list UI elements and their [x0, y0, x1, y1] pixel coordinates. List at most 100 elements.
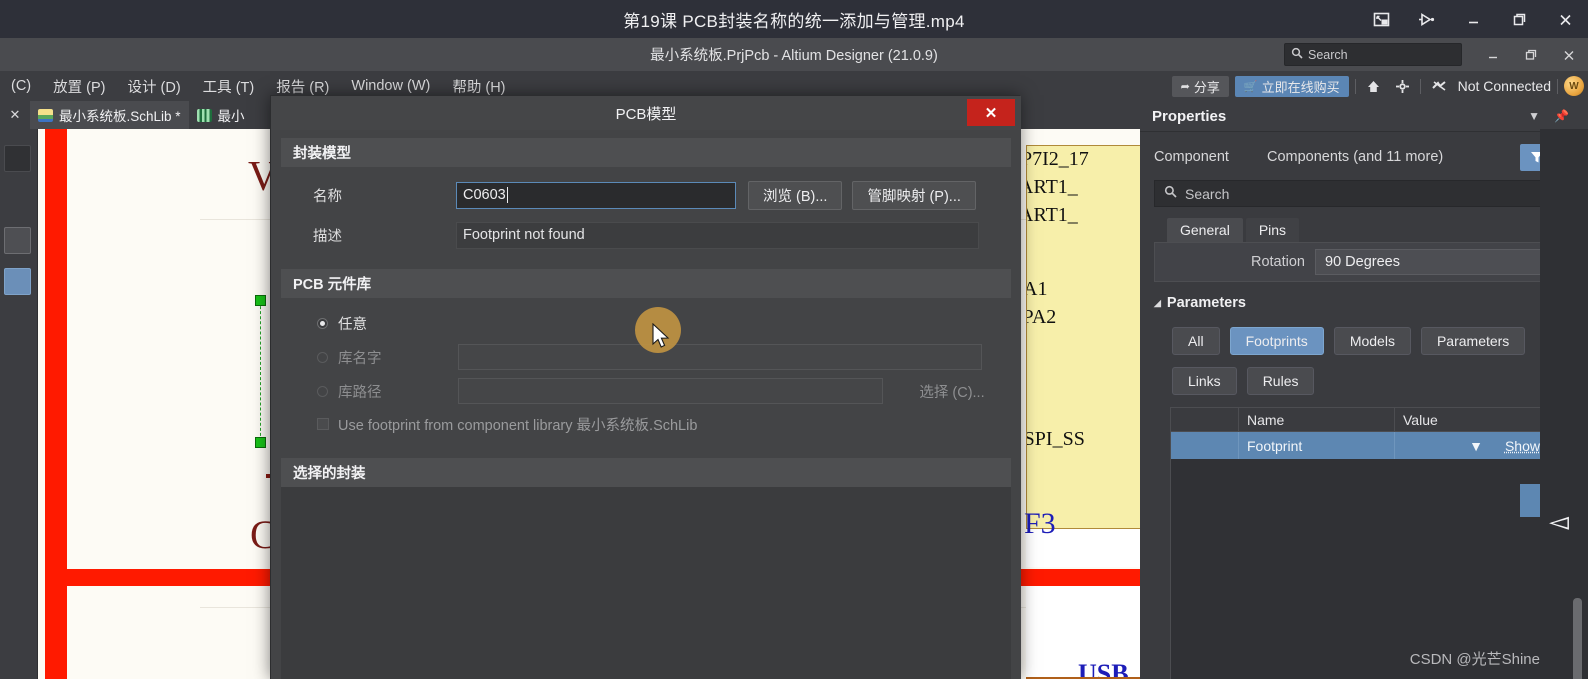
- app-titlebar: 最小系统板.PrjPcb - Altium Designer (21.0.9) …: [0, 38, 1588, 71]
- chip-footprints[interactable]: Footprints: [1229, 327, 1324, 355]
- radio-any-label: 任意: [338, 316, 367, 333]
- gear-icon[interactable]: [1391, 79, 1414, 94]
- library-path-input[interactable]: [458, 378, 883, 404]
- close-icon[interactable]: [1542, 0, 1588, 38]
- menu-item-help[interactable]: 帮助 (H): [441, 76, 516, 97]
- chip-rules[interactable]: Rules: [1246, 367, 1315, 395]
- chevron-down-icon[interactable]: ▼: [1521, 109, 1547, 123]
- home-icon[interactable]: [1362, 79, 1385, 94]
- library-name-input[interactable]: [458, 344, 982, 370]
- schematic-component-block[interactable]: P7I2_17 ART1_ ART1_ A1 /PA2 [SPI_SS: [1026, 145, 1140, 529]
- value-chevron-down-icon[interactable]: ▼: [1469, 438, 1483, 454]
- component-pin-1: ART1_: [1027, 176, 1078, 198]
- toolbar-divider-3: [1557, 78, 1558, 94]
- properties-tabs: General Pins: [1166, 217, 1301, 242]
- properties-panel: Properties ▼ 📌 Component Components (and…: [1140, 101, 1588, 679]
- app-restore-icon[interactable]: [1512, 38, 1550, 71]
- radio-library-name-label: 库名字: [338, 350, 382, 367]
- app-close-icon[interactable]: [1550, 38, 1588, 71]
- radio-library-path-label: 库路径: [338, 384, 382, 401]
- left-tool-button-3[interactable]: [4, 268, 31, 295]
- component-pin-5: [SPI_SS: [1027, 428, 1085, 450]
- app-minimize-icon[interactable]: [1474, 38, 1512, 71]
- row-value-cell[interactable]: ▼ Show: [1395, 432, 1551, 459]
- sheet-border-vertical: [45, 129, 67, 679]
- chip-links[interactable]: Links: [1172, 367, 1237, 395]
- use-footprint-checkbox[interactable]: [317, 418, 329, 430]
- app-search-input[interactable]: Search: [1284, 43, 1462, 66]
- picture-in-picture-icon[interactable]: [1358, 0, 1404, 38]
- tab-schlib[interactable]: 最小系统板.SchLib *: [30, 101, 189, 129]
- browse-button[interactable]: 浏览 (B)...: [748, 180, 843, 210]
- triangle-collapse-icon: ◢: [1154, 297, 1161, 308]
- maximize-icon[interactable]: [1496, 0, 1542, 38]
- cast-icon[interactable]: [1404, 0, 1450, 38]
- chip-all[interactable]: All: [1172, 327, 1220, 355]
- left-tool-button-2[interactable]: [4, 227, 31, 254]
- properties-search-input[interactable]: Search: [1154, 180, 1588, 207]
- selection-handle-bottom[interactable]: [255, 437, 266, 448]
- parameters-section-label: Parameters: [1166, 295, 1246, 311]
- properties-object-row: Component Components (and 11 more) ▼: [1140, 142, 1588, 172]
- col-header-value: Value: [1395, 408, 1551, 431]
- radio-library-name[interactable]: [317, 351, 328, 363]
- component-pin-2: ART1_: [1027, 204, 1078, 226]
- search-icon: [1291, 47, 1303, 62]
- chip-models[interactable]: Models: [1333, 327, 1411, 355]
- watermark: CSDN @光芒Shine: [1409, 651, 1540, 668]
- schlib-file-icon: [38, 108, 53, 122]
- group-header-pcb-library: PCB 元件库: [281, 269, 1011, 298]
- cart-icon: 🛒: [1243, 80, 1258, 93]
- rotation-select[interactable]: 90 Degrees ▼: [1315, 249, 1565, 275]
- radio-library-path[interactable]: [317, 385, 328, 397]
- mouse-cursor-icon: [652, 322, 672, 356]
- schematic-label-f3: F3: [1024, 507, 1056, 540]
- left-toolbar-strip: [0, 129, 38, 679]
- menu-item-reports[interactable]: 报告 (R): [265, 76, 340, 97]
- tabbar-close-icon[interactable]: ✕: [0, 101, 30, 129]
- use-footprint-label: Use footprint from component library 最小系…: [338, 417, 698, 434]
- chip-parameters[interactable]: Parameters: [1420, 327, 1526, 355]
- rotation-value: 90 Degrees: [1325, 254, 1400, 270]
- selected-wire[interactable]: [260, 301, 261, 441]
- menu-item-design[interactable]: 设计 (D): [117, 76, 192, 97]
- tab-general[interactable]: General: [1166, 217, 1244, 242]
- library-path-row[interactable]: 库路径 选择 (C)...: [281, 374, 1011, 408]
- properties-header: Properties ▼ 📌: [1140, 101, 1588, 131]
- minimize-icon[interactable]: [1450, 0, 1496, 38]
- parameter-filter-chips-row1: All Footprints Models Parameters: [1172, 327, 1526, 355]
- right-panel-rail: [1540, 129, 1588, 679]
- text-caret: [506, 187, 508, 203]
- pin-map-button[interactable]: 管脚映射 (P)...: [852, 180, 976, 210]
- properties-panel-title: Properties: [1152, 107, 1227, 125]
- radio-any[interactable]: [317, 317, 328, 329]
- menu-item-tools[interactable]: 工具 (T): [192, 76, 266, 97]
- parameters-section-header[interactable]: ◢ Parameters: [1154, 295, 1246, 311]
- footprint-name-input[interactable]: C0603: [456, 181, 736, 209]
- share-button[interactable]: ➦ 分享: [1171, 75, 1229, 97]
- tab-pins[interactable]: Pins: [1244, 217, 1301, 242]
- component-pin-3: A1: [1027, 278, 1048, 300]
- buy-online-button[interactable]: 🛒 立即在线购买: [1234, 75, 1349, 97]
- table-row[interactable]: Footprint ▼ Show: [1171, 432, 1573, 459]
- selection-handle-top[interactable]: [255, 295, 266, 306]
- choose-button[interactable]: 选择 (C)...: [893, 381, 1011, 402]
- group-header-selected-footprint: 选择的封装: [281, 458, 1011, 487]
- menu-item-place[interactable]: 放置 (P): [42, 76, 116, 97]
- component-pin-0: P7I2_17: [1026, 148, 1089, 170]
- menu-bar-right-tools: ➦ 分享 🛒 立即在线购买 Not Connected W: [1171, 71, 1584, 101]
- panel-scrollbar-thumb[interactable]: [1573, 598, 1582, 679]
- menu-item-window[interactable]: Window (W): [340, 78, 441, 94]
- menu-item-0[interactable]: (C): [0, 78, 42, 94]
- dialog-close-button[interactable]: ✕: [967, 99, 1015, 126]
- not-connected-icon[interactable]: [1427, 79, 1452, 94]
- avatar[interactable]: W: [1564, 76, 1584, 96]
- pin-icon[interactable]: 📌: [1547, 109, 1576, 123]
- tab-project[interactable]: 最小: [189, 101, 253, 129]
- chevron-left-icon[interactable]: ◅: [1549, 508, 1569, 534]
- row-check-cell[interactable]: [1171, 432, 1239, 459]
- left-tool-button-1[interactable]: [4, 145, 31, 172]
- use-footprint-row[interactable]: Use footprint from component library 最小系…: [281, 408, 1011, 440]
- component-pin-4: /PA2: [1027, 306, 1057, 328]
- show-link[interactable]: Show: [1505, 438, 1540, 454]
